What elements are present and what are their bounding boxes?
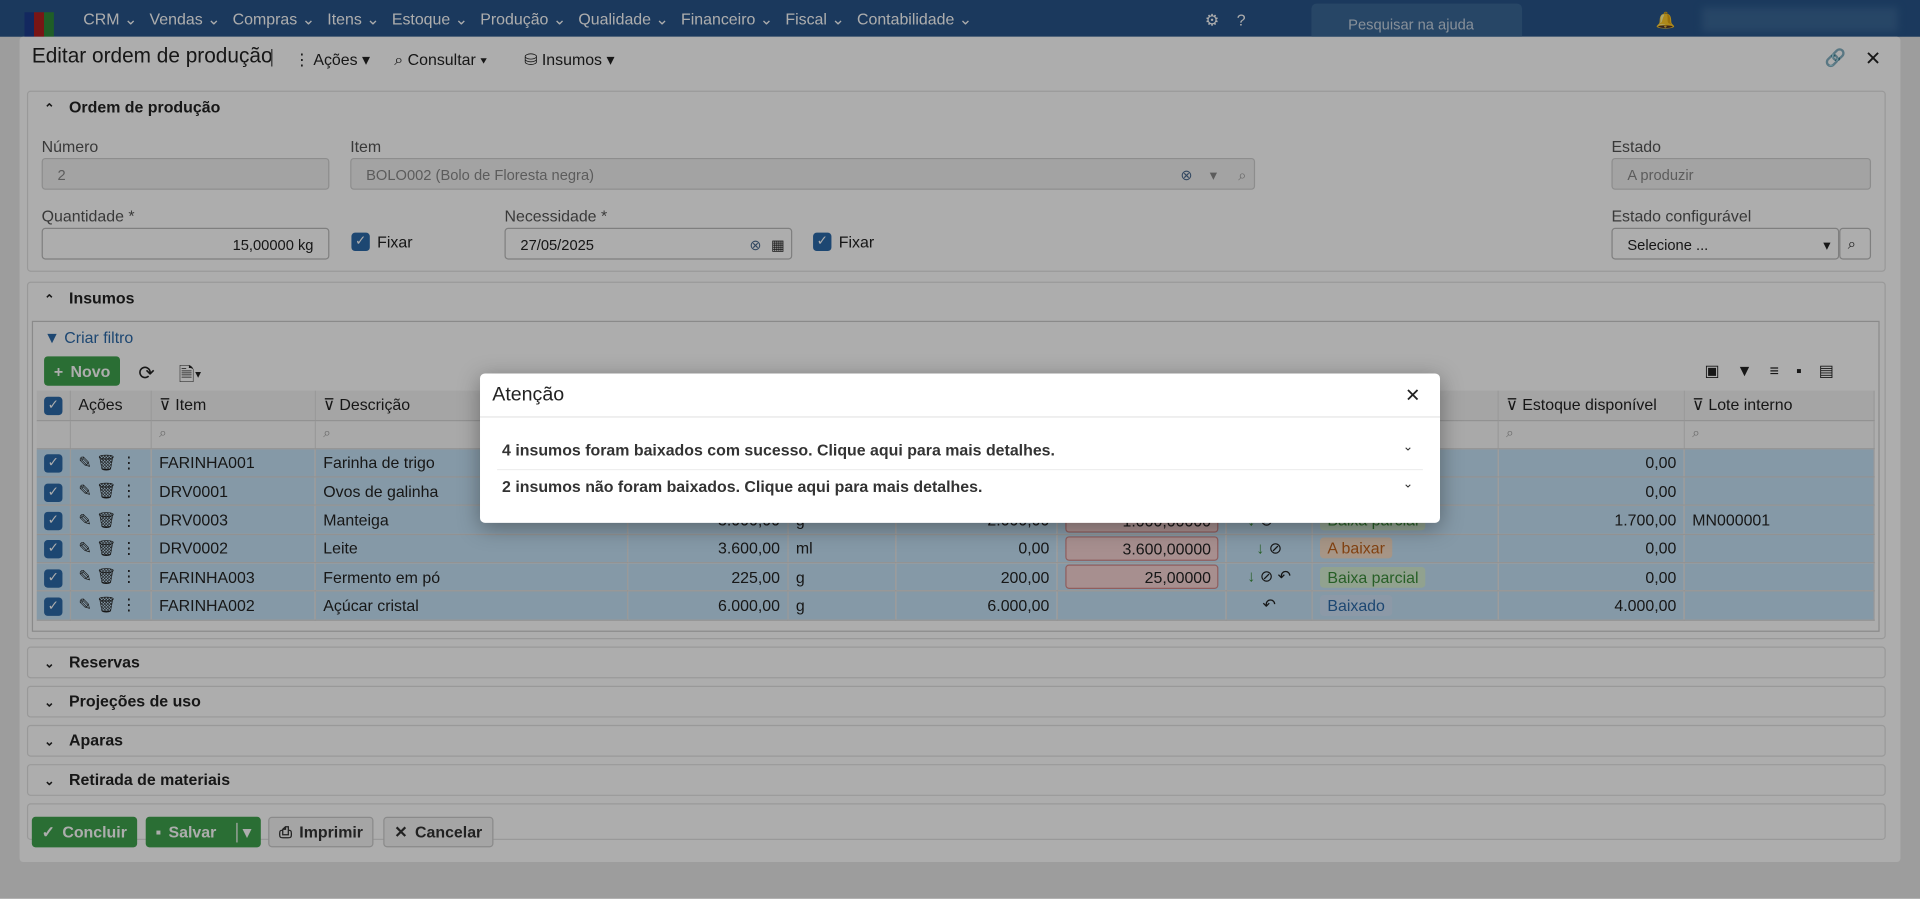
success-message[interactable]: 4 insumos foram baixados com sucesso. Cl…	[502, 441, 1423, 459]
chevron-down-icon: ⌄	[1402, 440, 1414, 455]
modal-title: Atenção	[492, 384, 565, 406]
failure-message[interactable]: 2 insumos não foram baixados. Clique aqu…	[502, 478, 1423, 496]
close-icon[interactable]: ✕	[1405, 384, 1420, 407]
attention-modal: Atenção ✕ 4 insumos foram baixados com s…	[480, 373, 1441, 523]
chevron-down-icon: ⌄	[1402, 477, 1414, 492]
